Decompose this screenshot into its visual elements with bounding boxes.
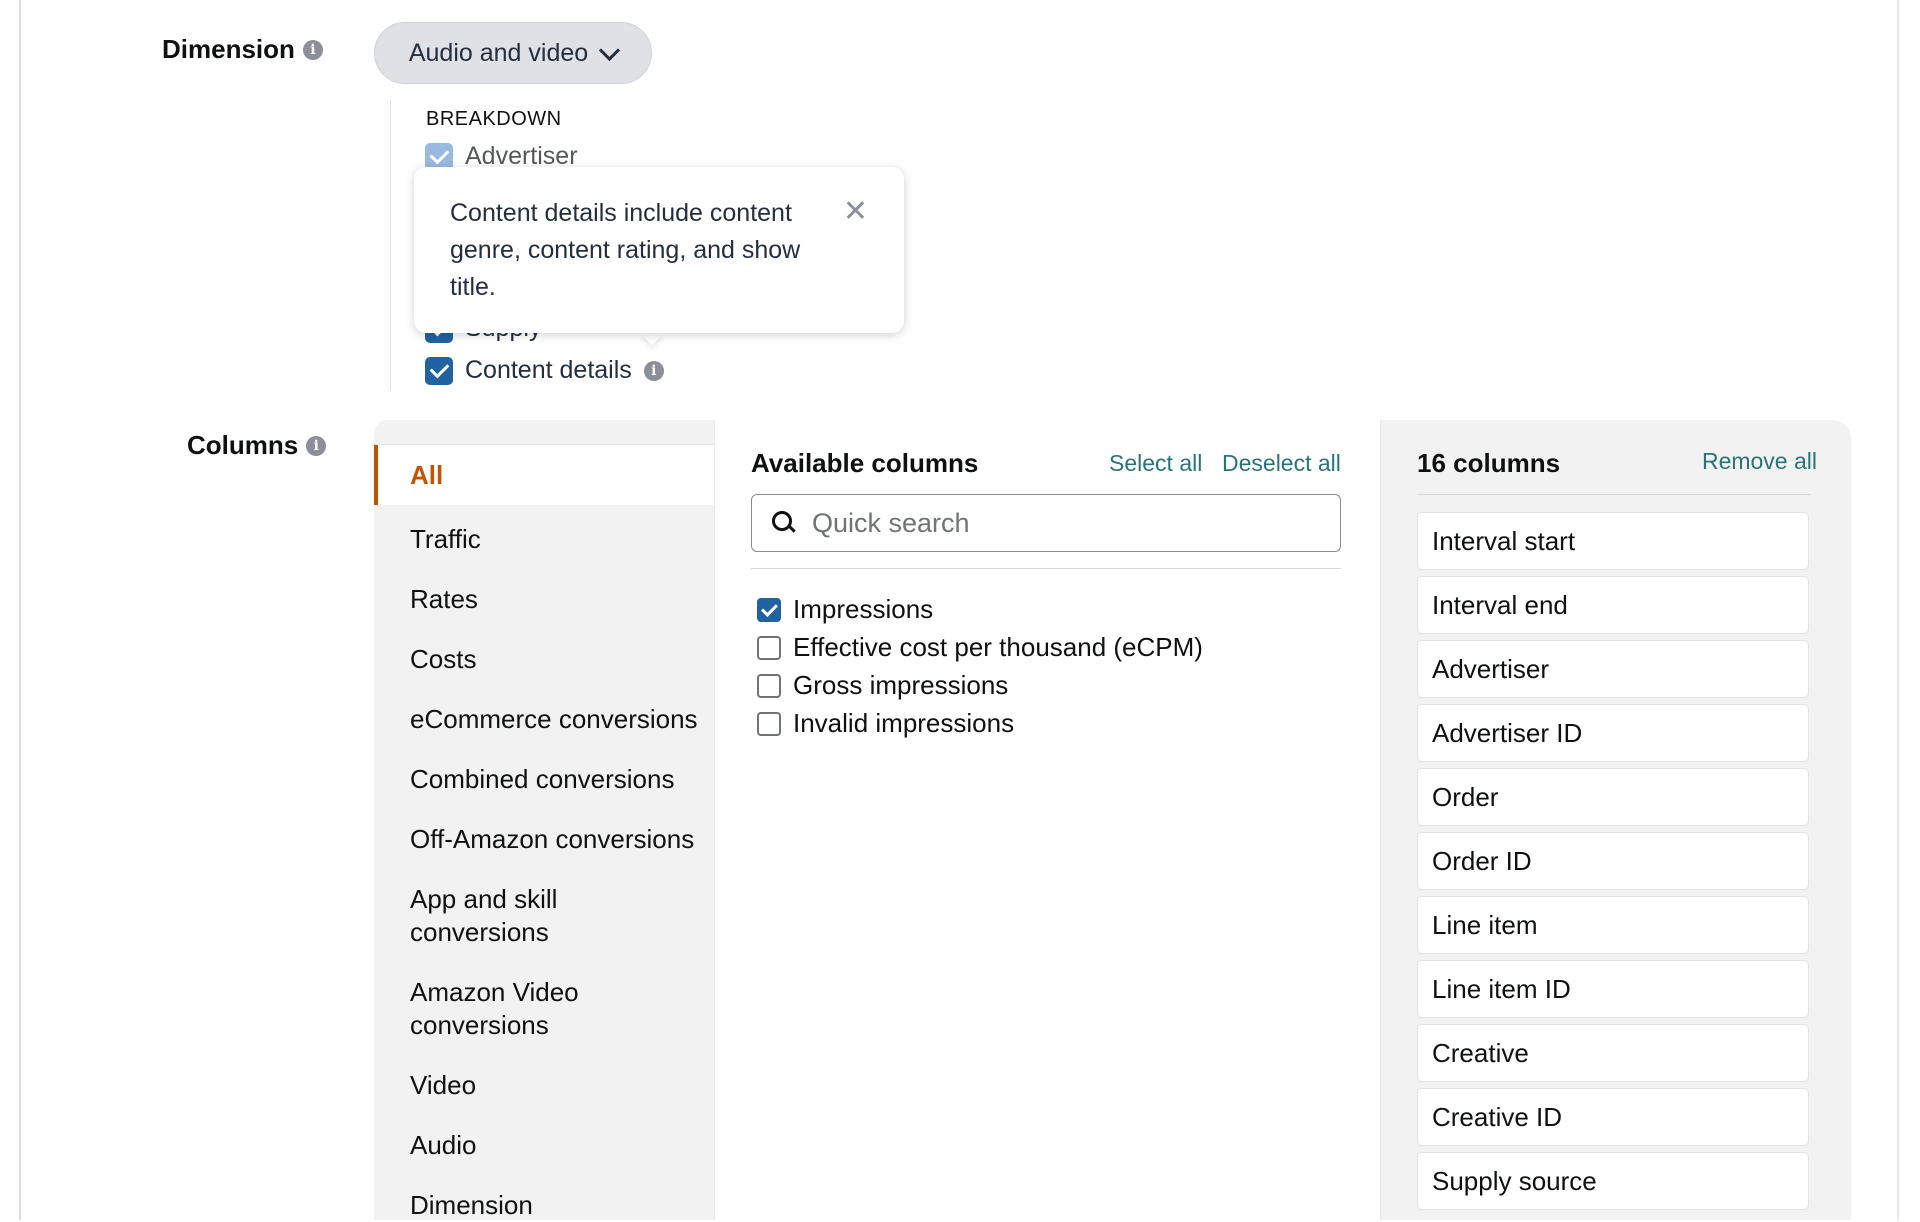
category-list: All Traffic Rates Costs eCommerce conver…: [374, 420, 715, 1220]
quick-search-field[interactable]: [751, 494, 1341, 552]
info-icon[interactable]: i: [302, 39, 323, 60]
selected-column-item[interactable]: Supply source: [1417, 1152, 1809, 1210]
available-item-gross-impressions[interactable]: Gross impressions: [757, 670, 1008, 701]
available-item-label: Gross impressions: [793, 670, 1009, 700]
chevron-down-icon: [599, 39, 621, 61]
info-icon[interactable]: i: [306, 435, 327, 456]
checkbox-unchecked-icon: [757, 711, 781, 736]
category-traffic[interactable]: Traffic: [374, 523, 714, 556]
dimension-label-text: Dimension: [162, 34, 295, 64]
columns-label-text: Columns: [187, 430, 299, 460]
available-item-label: Impressions: [793, 594, 934, 624]
dimension-label: Dimension i: [162, 34, 323, 65]
category-amazon-video-conversions[interactable]: Amazon Video conversions: [374, 976, 630, 1042]
checkbox-checked-icon: [425, 356, 453, 385]
selected-column-item[interactable]: Interval end: [1417, 576, 1809, 634]
breakdown-item-label: Content details: [465, 356, 632, 384]
available-item-label: Invalid impressions: [793, 708, 1015, 738]
breakdown-item-content-details[interactable]: Content details i: [425, 356, 664, 385]
divider: [1417, 494, 1811, 495]
selected-columns-count: 16 columns: [1417, 448, 1561, 478]
category-rates[interactable]: Rates: [374, 583, 714, 616]
category-all[interactable]: All: [374, 445, 714, 505]
category-costs[interactable]: Costs: [374, 643, 714, 676]
selected-column-item[interactable]: Line item ID: [1417, 960, 1809, 1018]
columns-panel: All Traffic Rates Costs eCommerce conver…: [374, 420, 1851, 1220]
selected-column-item[interactable]: Interval start: [1417, 512, 1809, 570]
deselect-all-link[interactable]: Deselect all: [1222, 450, 1341, 477]
selected-column-item[interactable]: Advertiser ID: [1417, 704, 1809, 762]
checkbox-unchecked-icon: [757, 635, 781, 660]
content-details-tooltip: Content details include content genre, c…: [414, 167, 904, 333]
available-item-ecpm[interactable]: Effective cost per thousand (eCPM): [757, 632, 1203, 663]
divider: [751, 568, 1341, 569]
checkbox-unchecked-icon: [757, 673, 781, 698]
close-icon[interactable]: ✕: [843, 197, 868, 227]
category-audio[interactable]: Audio: [374, 1129, 714, 1162]
checkbox-checked-icon: [757, 597, 781, 622]
dimension-select[interactable]: Audio and video: [374, 22, 652, 84]
selected-columns: 16 columns Remove all Interval start Inte…: [1380, 420, 1851, 1220]
selected-column-item[interactable]: Advertiser: [1417, 640, 1809, 698]
category-list-header: [374, 420, 714, 445]
available-item-invalid-impressions[interactable]: Invalid impressions: [757, 708, 1014, 739]
category-video[interactable]: Video: [374, 1069, 714, 1102]
select-all-link[interactable]: Select all: [1109, 450, 1202, 477]
selected-column-item[interactable]: Line item: [1417, 896, 1809, 954]
selected-column-item[interactable]: Creative ID: [1417, 1088, 1809, 1146]
columns-label: Columns i: [187, 430, 327, 461]
available-columns-title: Available columns: [751, 448, 979, 478]
category-dimension[interactable]: Dimension: [374, 1189, 714, 1222]
selected-column-item[interactable]: Order: [1417, 768, 1809, 826]
quick-search-input[interactable]: [810, 506, 1294, 540]
available-item-label: Effective cost per thousand (eCPM): [793, 632, 1203, 662]
dimension-selected-value: Audio and video: [408, 38, 589, 67]
category-app-and-skill-conversions[interactable]: App and skill conversions: [374, 883, 610, 949]
selected-column-item[interactable]: Order ID: [1417, 832, 1809, 890]
selected-column-item[interactable]: Creative: [1417, 1024, 1809, 1082]
info-icon[interactable]: i: [643, 360, 664, 381]
category-combined-conversions[interactable]: Combined conversions: [374, 763, 714, 796]
search-icon: [772, 511, 796, 535]
category-ecommerce-conversions[interactable]: eCommerce conversions: [374, 703, 714, 736]
tooltip-text: Content details include content genre, c…: [450, 199, 801, 301]
remove-all-link[interactable]: Remove all: [1702, 448, 1817, 475]
category-off-amazon-conversions[interactable]: Off-Amazon conversions: [374, 823, 714, 856]
available-item-impressions[interactable]: Impressions: [757, 594, 933, 625]
breakdown-title: BREAKDOWN: [426, 108, 562, 130]
